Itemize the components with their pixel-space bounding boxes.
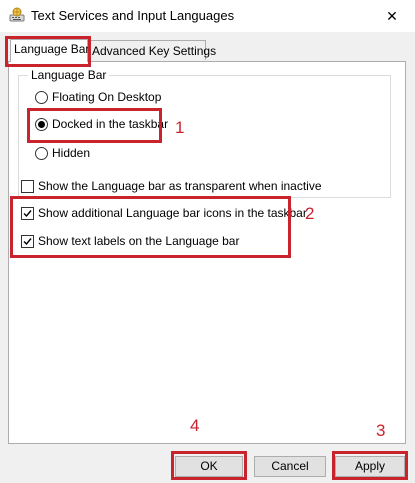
dialog-body: Language Bar Advanced Key Settings Langu… bbox=[0, 32, 415, 483]
checkbox-additional-icons[interactable]: Show additional Language bar icons in th… bbox=[21, 206, 307, 220]
checkbox-transparent-when-inactive[interactable]: Show the Language bar as transparent whe… bbox=[21, 179, 322, 193]
checkbox-label: Show text labels on the Language bar bbox=[38, 234, 240, 248]
checkbox-checked[interactable] bbox=[21, 206, 34, 220]
tab-advanced-key-settings[interactable]: Advanced Key Settings bbox=[88, 40, 216, 60]
checkmark-icon bbox=[23, 209, 32, 217]
cancel-button[interactable]: Cancel bbox=[254, 456, 326, 477]
radio-button[interactable] bbox=[35, 90, 48, 104]
keyboard-globe-icon bbox=[9, 7, 25, 23]
radio-label: Floating On Desktop bbox=[52, 90, 162, 104]
title-bar[interactable]: Text Services and Input Languages ✕ bbox=[0, 0, 415, 32]
annotation-marker-1: 1 bbox=[175, 118, 185, 137]
checkbox-text-labels[interactable]: Show text labels on the Language bar bbox=[21, 234, 239, 248]
checkbox-label: Show the Language bar as transparent whe… bbox=[38, 179, 322, 193]
radio-button-selected[interactable] bbox=[35, 117, 48, 131]
annotation-marker-4: 4 bbox=[190, 416, 200, 435]
annotation-marker-2: 2 bbox=[305, 204, 315, 223]
checkbox-checked[interactable] bbox=[21, 234, 34, 248]
checkbox[interactable] bbox=[21, 179, 34, 193]
radio-label: Hidden bbox=[52, 146, 91, 160]
close-button[interactable]: ✕ bbox=[369, 0, 415, 32]
groupbox-label: Language Bar bbox=[28, 68, 110, 82]
radio-label: Docked in the taskbar bbox=[52, 117, 169, 131]
close-icon: ✕ bbox=[386, 7, 398, 24]
apply-button[interactable]: Apply bbox=[335, 456, 405, 477]
radio-floating-on-desktop[interactable]: Floating On Desktop bbox=[35, 90, 161, 104]
radio-docked-in-taskbar[interactable]: Docked in the taskbar bbox=[35, 117, 168, 131]
annotation-marker-3: 3 bbox=[376, 421, 386, 440]
radio-hidden[interactable]: Hidden bbox=[35, 146, 90, 160]
checkmark-icon bbox=[23, 237, 32, 245]
window-title: Text Services and Input Languages bbox=[31, 8, 235, 23]
radio-button[interactable] bbox=[35, 146, 48, 160]
checkbox-label: Show additional Language bar icons in th… bbox=[38, 206, 307, 220]
tab-language-bar[interactable]: Language Bar bbox=[10, 39, 89, 62]
ok-button[interactable]: OK bbox=[175, 456, 243, 477]
